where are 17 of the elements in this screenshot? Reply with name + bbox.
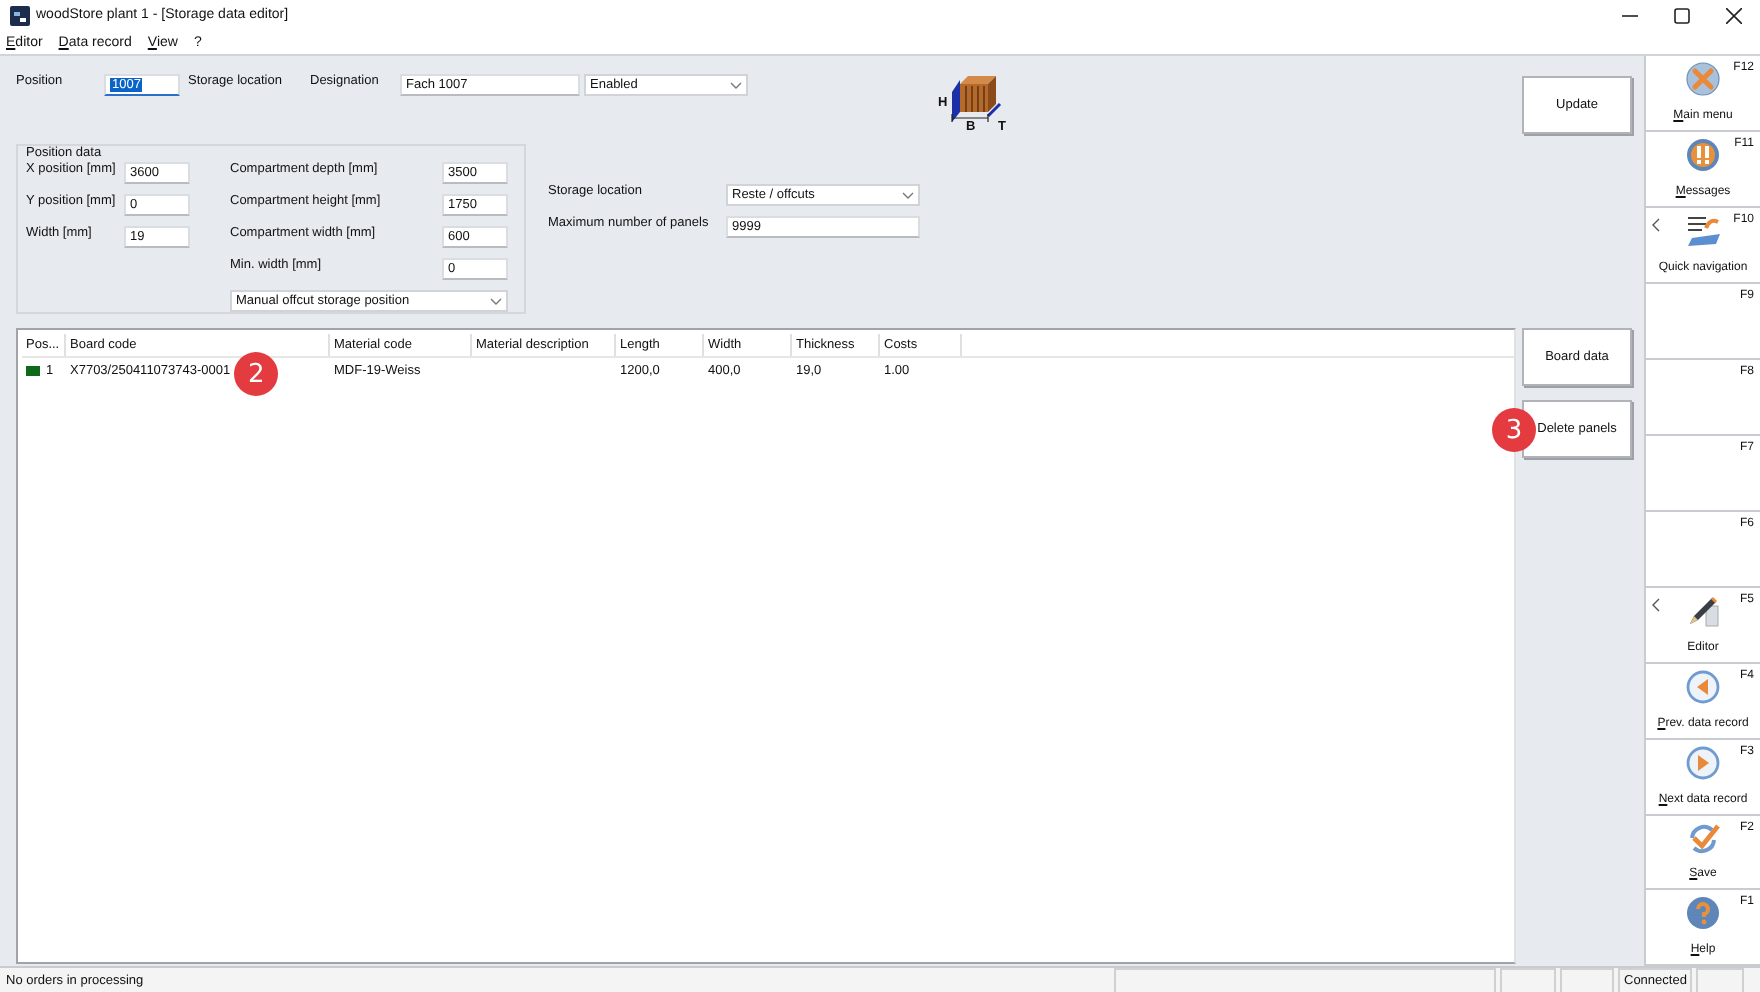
- pencil-icon: [1685, 593, 1719, 628]
- help-icon: [1685, 896, 1719, 931]
- previous-icon: [1685, 669, 1719, 704]
- chevron-left-icon[interactable]: [1652, 218, 1660, 233]
- callout-badge: 2: [234, 352, 279, 397]
- chevron-left-icon[interactable]: [1652, 597, 1660, 612]
- chevron-down-icon: [902, 191, 914, 200]
- close-circle-icon: [1685, 62, 1719, 97]
- chevron-down-icon: [490, 297, 502, 306]
- save-check-icon: [1685, 821, 1719, 856]
- maximize-icon[interactable]: [1674, 7, 1690, 24]
- list-arrow-icon: [1685, 214, 1721, 249]
- app-icon: [10, 5, 30, 26]
- close-icon[interactable]: [1726, 7, 1742, 24]
- chevron-down-icon: [730, 81, 742, 90]
- alert-circle-icon: [1685, 138, 1719, 173]
- next-icon: [1685, 745, 1719, 780]
